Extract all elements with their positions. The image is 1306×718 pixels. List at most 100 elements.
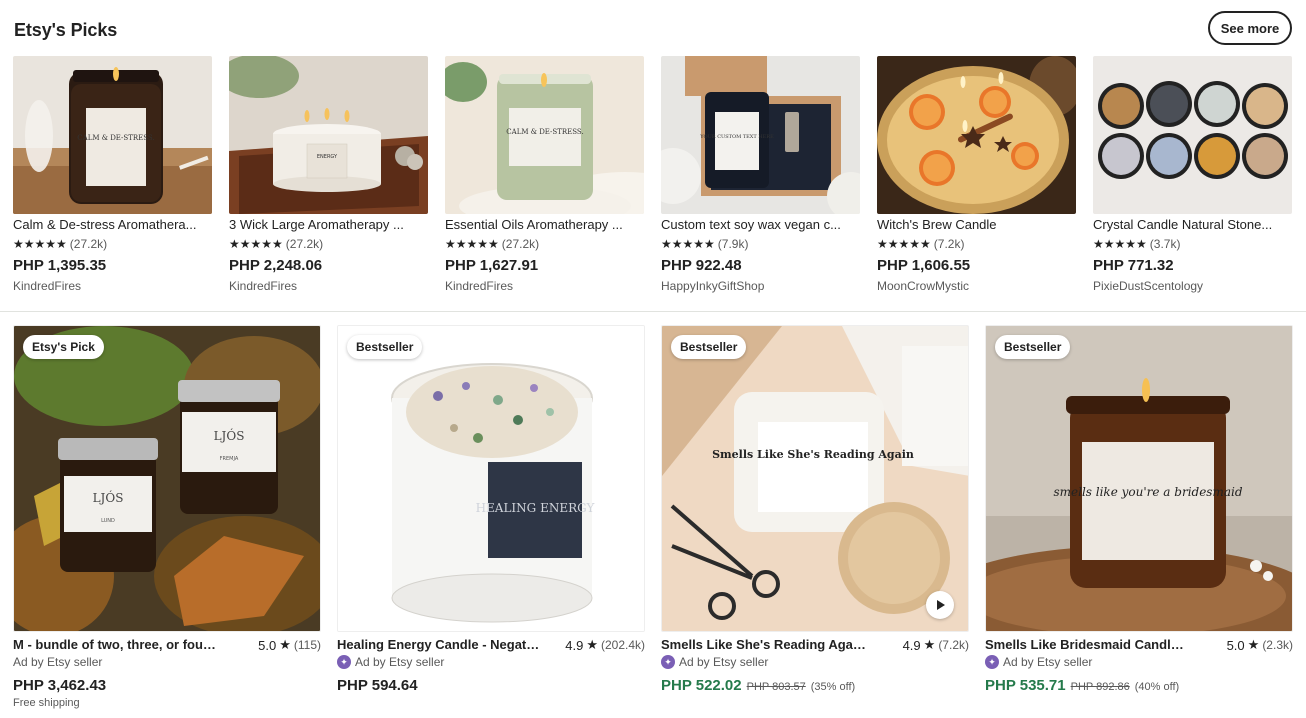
candle-label-text: YOUR CUSTOM TEXT HERE <box>699 134 774 140</box>
listing-card[interactable]: HEALING ENERGY Bestseller Healing Energy… <box>337 325 645 718</box>
listing-card[interactable]: Smells Like She's Reading Again Bestsell… <box>661 325 969 718</box>
section-divider <box>0 311 1306 312</box>
ad-listings-row: LJÓS LUND LJÓS FREMJA Etsy's Pick M - bu… <box>13 325 1293 718</box>
product-title[interactable]: Calm & De-stress Aromathera... <box>13 217 212 232</box>
ad-by-seller[interactable]: ✦ Ad by Etsy seller <box>337 655 444 669</box>
pick-card[interactable]: CALM & DE-STRESS. Essential Oils Aromath… <box>445 56 644 296</box>
price: PHP 594.64 <box>337 677 418 694</box>
rating: ★★★★★ (27.2k) <box>13 237 107 251</box>
star-icon: ★★★★★ <box>877 237 931 251</box>
rating: ★★★★★ (27.2k) <box>445 237 539 251</box>
ad-by-seller[interactable]: ✦ Ad by Etsy seller <box>661 655 768 669</box>
product-title[interactable]: Smells Like She's Reading Again,... <box>661 637 866 652</box>
price: PHP 1,627.91 <box>445 257 539 274</box>
rating: 4.9 ★ (202.4k) <box>565 637 645 653</box>
review-count: (27.2k) <box>285 237 324 251</box>
candle-label-subtext: LUND <box>101 518 115 524</box>
product-title[interactable]: Witch's Brew Candle <box>877 217 1076 232</box>
shop-name[interactable]: KindredFires <box>13 279 81 293</box>
play-icon <box>937 600 945 610</box>
product-image[interactable]: LJÓS LUND LJÓS FREMJA Etsy's Pick <box>13 325 321 632</box>
price-line: PHP 594.64 <box>337 677 418 694</box>
ad-by-seller-label: Ad by Etsy seller <box>355 655 445 669</box>
review-count: (115) <box>293 638 321 652</box>
product-title[interactable]: Smells Like Bridesmaid Candle, ... <box>985 637 1190 652</box>
shop-name[interactable]: PixieDustScentology <box>1093 279 1203 293</box>
rating: ★★★★★ (7.2k) <box>877 237 964 251</box>
star-icon: ★★★★★ <box>1093 237 1147 251</box>
product-title[interactable]: Custom text soy wax vegan c... <box>661 217 860 232</box>
star-icon: ★★★★★ <box>13 237 67 251</box>
review-count: (7.2k) <box>938 638 969 652</box>
product-image[interactable]: HEALING ENERGY Bestseller <box>337 325 645 632</box>
product-image[interactable]: CALM & DE-STRESS. <box>445 56 644 214</box>
pick-card[interactable]: YOUR CUSTOM TEXT HERE Custom text soy wa… <box>661 56 860 296</box>
review-count: (7.9k) <box>717 237 749 251</box>
rating: ★★★★★ (3.7k) <box>1093 237 1180 251</box>
shop-name[interactable]: KindredFires <box>229 279 297 293</box>
etsy-seller-badge-icon: ✦ <box>985 655 999 669</box>
ad-by-seller-label: Ad by Etsy seller <box>13 655 103 669</box>
product-image[interactable]: YOUR CUSTOM TEXT HERE <box>661 56 860 214</box>
shop-name[interactable]: HappyInkyGiftShop <box>661 279 764 293</box>
ad-by-seller[interactable]: Ad by Etsy seller <box>13 655 102 669</box>
pick-card[interactable]: Crystal Candle Natural Stone... ★★★★★ (3… <box>1093 56 1292 296</box>
star-icon: ★★★★★ <box>229 237 283 251</box>
product-image[interactable]: Smells Like She's Reading Again Bestsell… <box>661 325 969 632</box>
star-icon: ★★★★★ <box>661 237 715 251</box>
product-image[interactable] <box>877 56 1076 214</box>
see-more-button[interactable]: See more <box>1208 11 1292 45</box>
play-video-button[interactable] <box>926 591 954 619</box>
star-icon: ★ <box>586 637 598 652</box>
candle-label-text: CALM & DE-STRESS. <box>77 134 154 142</box>
pick-card[interactable]: ENERGY 3 Wick Large Aromatherapy ... ★★★… <box>229 56 428 296</box>
price-line: PHP 535.71 PHP 892.86 (40% off) <box>985 677 1179 694</box>
price: PHP 2,248.06 <box>229 257 323 274</box>
product-title[interactable]: Crystal Candle Natural Stone... <box>1093 217 1292 232</box>
candle-label-subtext: FREMJA <box>220 456 239 462</box>
shipping-info: Free shipping <box>13 697 80 709</box>
shop-name[interactable]: KindredFires <box>445 279 513 293</box>
product-image[interactable] <box>1093 56 1292 214</box>
product-title[interactable]: Essential Oils Aromatherapy ... <box>445 217 644 232</box>
product-title[interactable]: 3 Wick Large Aromatherapy ... <box>229 217 428 232</box>
product-title[interactable]: M - bundle of two, three, or four ... <box>13 637 218 652</box>
product-title[interactable]: Healing Energy Candle - Negativ... <box>337 637 542 652</box>
rating: 4.9 ★ (7.2k) <box>903 637 969 653</box>
picks-row: CALM & DE-STRESS. Calm & De-stress Aroma… <box>13 56 1293 296</box>
candle-label-text: HEALING ENERGY <box>476 501 596 515</box>
product-image[interactable]: smells like you're a bridesmaid Bestsell… <box>985 325 1293 632</box>
candle-label-text: smells like you're a bridesmaid <box>1053 485 1242 499</box>
rating-value: 5.0 <box>1226 637 1245 653</box>
section-title: Etsy's Picks <box>14 20 118 40</box>
shop-name[interactable]: MoonCrowMystic <box>877 279 969 293</box>
star-icon: ★ <box>923 637 936 652</box>
rating: 5.0 ★ (115) <box>258 637 321 653</box>
listing-card[interactable]: smells like you're a bridesmaid Bestsell… <box>985 325 1293 718</box>
price: PHP 1,606.55 <box>877 257 971 274</box>
rating-value: 5.0 <box>258 637 277 653</box>
product-image[interactable]: ENERGY <box>229 56 428 214</box>
price: PHP 3,462.43 <box>13 677 107 694</box>
candle-label-text: ENERGY <box>317 154 338 160</box>
etsy-seller-badge-icon: ✦ <box>337 655 351 669</box>
star-icon: ★ <box>279 637 291 652</box>
price-line: PHP 522.02 PHP 803.57 (35% off) <box>661 677 855 694</box>
listing-card[interactable]: LJÓS LUND LJÓS FREMJA Etsy's Pick M - bu… <box>13 325 321 718</box>
rating-value: 4.9 <box>565 637 584 653</box>
original-price: PHP 803.57 <box>746 681 806 693</box>
price: PHP 1,395.35 <box>13 257 107 274</box>
pick-card[interactable]: CALM & DE-STRESS. Calm & De-stress Aroma… <box>13 56 212 296</box>
bestseller-badge: Bestseller <box>671 335 747 359</box>
etsy-seller-badge-icon: ✦ <box>661 655 675 669</box>
bestseller-badge: Bestseller <box>347 335 423 359</box>
candle-label-text: LJÓS <box>93 489 124 505</box>
pick-card[interactable]: Witch's Brew Candle ★★★★★ (7.2k) PHP 1,6… <box>877 56 1076 296</box>
product-image[interactable]: CALM & DE-STRESS. <box>13 56 212 214</box>
rating-value: 4.9 <box>902 637 921 653</box>
bestseller-badge: Bestseller <box>995 335 1071 359</box>
ad-by-seller-label: Ad by Etsy seller <box>1003 655 1093 669</box>
price-line: PHP 3,462.43 <box>13 677 106 694</box>
review-count: (27.2k) <box>69 237 108 251</box>
ad-by-seller[interactable]: ✦ Ad by Etsy seller <box>985 655 1092 669</box>
